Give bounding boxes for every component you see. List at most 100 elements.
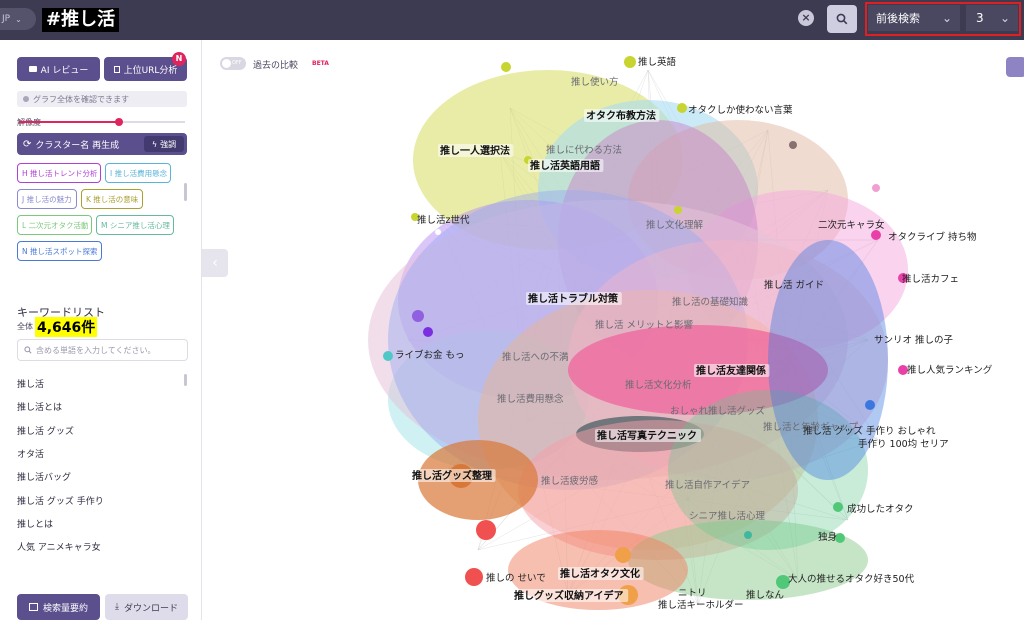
graph-label[interactable]: 推し使い方 <box>571 76 619 88</box>
emphasis-label: 強調 <box>160 139 177 149</box>
graph-label[interactable]: オタク布教方法 <box>586 109 656 122</box>
graph-label[interactable]: シニア推し活心理 <box>689 510 766 522</box>
keyword-list-item[interactable]: オタ活 <box>17 447 44 460</box>
graph-label[interactable]: 推し英語 <box>638 56 677 68</box>
graph-label[interactable]: 推し活オタク文化 <box>560 567 640 580</box>
emphasis-button[interactable]: ϟ 強調 <box>144 136 184 152</box>
search-query[interactable]: #推し活 <box>42 8 120 32</box>
graph-label[interactable]: 推し活 グッズ 手作り おしゃれ <box>803 425 936 437</box>
graph-node[interactable] <box>465 568 483 586</box>
graph-label[interactable]: 推しの せいで <box>486 572 546 584</box>
search-volume-summary-button[interactable]: 検索量要約 <box>17 594 100 620</box>
graph-label[interactable]: 推し活英語用語 <box>530 159 600 172</box>
download-button[interactable]: ⤓ ダウンロード <box>105 594 188 620</box>
keyword-list-item[interactable]: 人気 アニメキャラ女 <box>17 540 101 553</box>
graph-label[interactable]: 推し活費用懸念 <box>497 393 564 405</box>
graph-node[interactable] <box>871 230 881 240</box>
graph-label[interactable]: 推し活写真テクニック <box>597 429 697 442</box>
cluster-chip[interactable]: N 推し活スポット探索 <box>17 241 102 261</box>
keyword-list-item[interactable]: 推し活 グッズ <box>17 424 74 437</box>
graph-label[interactable]: 推し活友達関係 <box>696 364 766 377</box>
graph-label[interactable]: 推し文化理解 <box>646 219 704 231</box>
graph-node[interactable] <box>383 351 393 361</box>
cluster-chip[interactable]: H 推し活トレンド分析 <box>17 163 101 183</box>
cluster-chip[interactable]: M シニア推し活心理 <box>96 215 174 235</box>
graph-label[interactable]: オタクしか使わない言葉 <box>688 104 793 116</box>
graph-label[interactable]: 推し人気ランキング <box>907 364 993 376</box>
depth-select[interactable]: 3 ⌄ <box>966 5 1018 31</box>
keyword-list-item[interactable]: 推し活 グッズ 手作り <box>17 494 104 507</box>
keyword-count: 4,646件 <box>35 317 98 337</box>
refresh-icon: ⟳ <box>23 138 32 150</box>
graph-label[interactable]: 推し一人選択法 <box>440 144 510 157</box>
graph-node[interactable] <box>789 141 797 149</box>
chips-scrollbar[interactable] <box>184 183 187 201</box>
ai-review-button[interactable]: AI レビュー <box>17 57 100 81</box>
collapse-sidebar-button[interactable]: ‹ <box>202 249 228 277</box>
search-mode-select[interactable]: 前後検索 ⌄ <box>868 5 960 31</box>
graph-label[interactable]: 推し活キーホルダー <box>658 599 744 611</box>
graph-label[interactable]: 成功したオタク <box>847 503 914 515</box>
document-icon <box>113 65 120 73</box>
clear-icon[interactable]: × <box>798 10 814 26</box>
graph-label[interactable]: 推し活の基礎知識 <box>672 296 749 308</box>
search-button[interactable] <box>827 5 857 33</box>
graph-label[interactable]: 推しなん <box>746 589 784 601</box>
graph-node[interactable] <box>744 531 752 539</box>
graph-node[interactable] <box>865 400 875 410</box>
graph-label[interactable]: オタクライブ 持ち物 <box>888 231 977 243</box>
graph-note: グラフ全体を確認できます <box>17 91 187 107</box>
graph-node[interactable] <box>833 502 843 512</box>
resolution-slider[interactable] <box>19 118 185 126</box>
language-label: JP <box>2 14 11 24</box>
graph-label[interactable]: 推しグッズ収納アイデア <box>514 589 624 602</box>
graph-label[interactable]: 推し活カフェ <box>902 273 959 285</box>
cluster-chip[interactable]: I 推し活費用懸念 <box>105 163 171 183</box>
cluster-chip[interactable]: K 推し活の意味 <box>81 189 143 209</box>
graph-node[interactable] <box>872 184 880 192</box>
graph-label[interactable]: ライブお金 もっ <box>395 349 465 361</box>
cluster-chip[interactable]: J 推し活の魅力 <box>17 189 77 209</box>
graph-node[interactable] <box>412 310 424 322</box>
keyword-list-item[interactable]: 推し活 <box>17 377 44 390</box>
graph-node[interactable] <box>435 229 441 235</box>
graph-note-text: グラフ全体を確認できます <box>33 94 129 104</box>
graph-label[interactable]: サンリオ 推しの子 <box>874 334 954 346</box>
graph-label[interactable]: 推し活トラブル対策 <box>528 292 619 305</box>
graph-label[interactable]: 大人の推せるオタク好き50代 <box>788 573 915 585</box>
graph-node[interactable] <box>476 520 496 540</box>
graph-node[interactable] <box>615 547 631 563</box>
graph-label[interactable]: 推し活グッズ整理 <box>412 469 492 482</box>
graph-label[interactable]: 推し活z世代 <box>417 214 470 226</box>
graph-node[interactable] <box>677 103 687 113</box>
cluster-chip[interactable]: L 二次元オタク活動 <box>17 215 92 235</box>
keyword-search-input[interactable]: 含める単語を入力してください。 <box>17 339 188 361</box>
keyword-list-item[interactable]: 推しとは <box>17 517 53 530</box>
graph-label[interactable]: 推し活疲労感 <box>541 475 599 487</box>
cluster-regenerate-button[interactable]: ⟳ クラスター名 再生成 ϟ 強調 <box>17 133 187 155</box>
graph-label[interactable]: 推し活文化分析 <box>625 379 692 391</box>
keyword-list-item[interactable]: 推し活バッグ <box>17 470 71 483</box>
graph-node[interactable] <box>674 206 682 214</box>
graph-label[interactable]: 独身 <box>818 531 837 543</box>
keyword-scrollbar[interactable] <box>184 374 187 386</box>
graph-label[interactable]: 二次元キャラ女 <box>818 219 885 231</box>
graph-node[interactable] <box>501 62 511 72</box>
graph-label[interactable]: 推しに代わる方法 <box>546 144 622 156</box>
info-dot-icon <box>23 96 29 102</box>
keyword-cluster-graph[interactable]: オタク布教方法推し一人選択法推し活英語用語推し活トラブル対策推し活友達関係推し活… <box>228 40 1024 620</box>
graph-label[interactable]: 推し活自作アイデア <box>665 479 750 491</box>
graph-label[interactable]: ニトリ <box>678 588 707 599</box>
language-select[interactable]: JP ⌄ <box>0 8 36 30</box>
graph-label[interactable]: 推し活への不満 <box>502 351 569 363</box>
graph-label[interactable]: 手作り 100均 セリア <box>858 438 949 450</box>
keyword-list-item[interactable]: 推し活とは <box>17 400 62 413</box>
graph-label[interactable]: 推し活 ガイド <box>764 279 824 291</box>
resolution-slider-thumb[interactable] <box>114 118 123 126</box>
graph-node[interactable] <box>423 327 433 337</box>
search-icon <box>836 13 848 25</box>
graph-node[interactable] <box>624 56 636 68</box>
graph-label[interactable]: おしゃれ推し活グッズ <box>670 405 766 417</box>
keyword-all-label: 全体 <box>17 322 33 331</box>
graph-label[interactable]: 推し活 メリットと影響 <box>595 319 694 331</box>
